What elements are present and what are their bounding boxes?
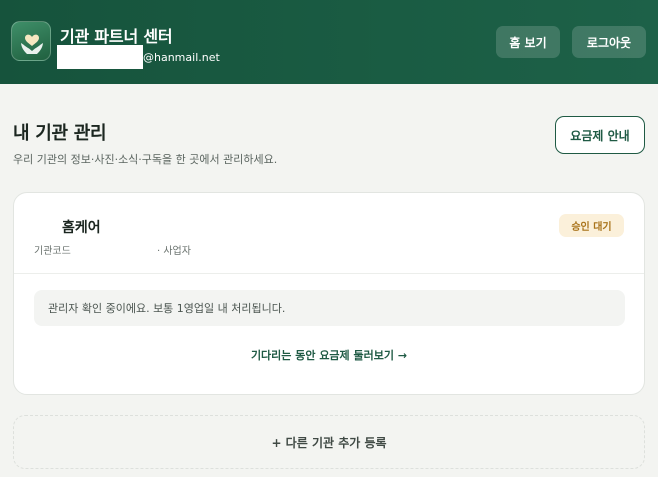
add-organization-button[interactable]: + 다른 기관 추가 등록	[13, 415, 645, 469]
hands-heart-icon	[11, 21, 51, 61]
user-email: @hanmail.net	[57, 45, 220, 69]
app-header: 기관 파트너 센터 @hanmail.net 홈 보기 로그아웃	[0, 0, 658, 84]
page-title: 내 기관 관리	[13, 123, 107, 144]
logout-button[interactable]: 로그아웃	[572, 26, 646, 58]
home-button[interactable]: 홈 보기	[496, 26, 560, 58]
organization-name: 홈케어	[62, 220, 101, 236]
email-redaction	[57, 45, 143, 69]
plan-info-button[interactable]: 요금제 안내	[555, 116, 645, 154]
card-divider	[14, 273, 644, 274]
brand-title: 기관 파트너 센터	[60, 27, 173, 46]
review-notice: 관리자 확인 중이에요. 보통 1영업일 내 처리됩니다.	[34, 290, 625, 326]
organization-card: 홈케어 기관코드 · 사업자 승인 대기 관리자 확인 중이에요. 보통 1영업…	[13, 192, 645, 395]
organization-business-label: · 사업자	[157, 246, 191, 257]
organization-code-label: 기관코드	[34, 246, 71, 257]
page-description: 우리 기관의 정보·사진·소식·구독을 한 곳에서 관리하세요.	[13, 153, 278, 166]
browse-plans-link[interactable]: 기다리는 동안 요금제 둘러보기 →	[14, 347, 644, 363]
status-badge: 승인 대기	[559, 214, 624, 237]
email-domain: @hanmail.net	[143, 50, 220, 64]
